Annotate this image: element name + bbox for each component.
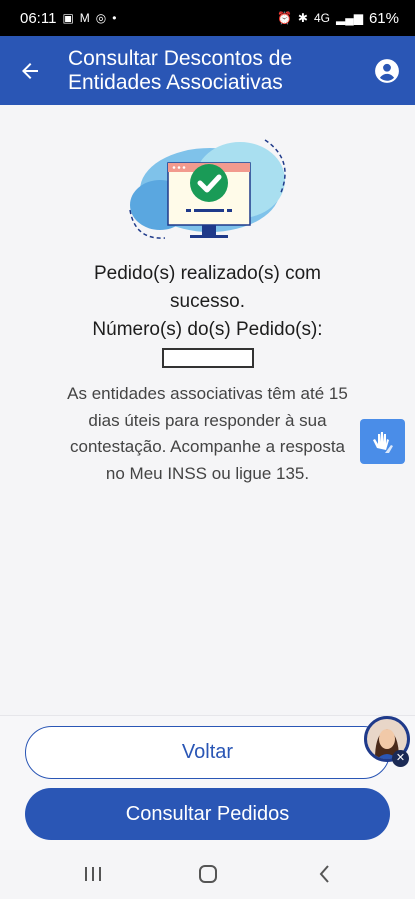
network-icon: 4G [313,11,330,25]
system-back-button[interactable] [310,862,340,886]
account-circle-icon [375,58,399,83]
success-message: Pedido(s) realizado(s) com sucesso. Núme… [40,260,375,344]
success-line-2: sucesso. [170,291,245,312]
home-icon [199,865,217,883]
app-bar: Consultar Descontos de Entidades Associa… [0,36,415,105]
chrome-icon: ◎ [95,11,107,25]
signal-icon: ▂▄▆ [336,11,363,25]
close-icon[interactable]: ✕ [392,750,409,767]
status-bar-left: 06:11 ▣ M ◎ • [20,10,116,27]
bluetooth-icon: ✱ [297,11,308,25]
status-bar-right: ⏰ ✱ 4G ▂▄▆ 61% [277,10,399,27]
recent-apps-button[interactable] [78,862,108,886]
dot-icon: • [112,11,117,25]
content-area: Pedido(s) realizado(s) com sucesso. Núme… [0,105,415,715]
battery-level: 61% [368,9,399,27]
voltar-button[interactable]: Voltar [25,726,390,779]
gallery-icon: ▣ [62,11,74,25]
gmail-icon: M [79,11,90,25]
system-navigation-bar [0,850,415,899]
page-title: Consultar Descontos de Entidades Associa… [68,46,293,94]
order-number-label: Número(s) do(s) Pedido(s): [92,319,323,340]
libras-accessibility-button[interactable] [360,419,405,464]
sign-language-icon [372,431,393,453]
bottom-actions: Voltar Consultar Pedidos [0,715,415,850]
success-line-1: Pedido(s) realizado(s) com [93,263,322,284]
alarm-icon: ⏰ [276,11,292,25]
info-message: As entidades associativas têm até 15 dia… [67,384,348,483]
arrow-left-icon [22,62,38,79]
order-number-value [162,348,254,368]
consultar-pedidos-button[interactable]: Consultar Pedidos [25,788,390,840]
recent-apps-icon [85,867,101,881]
back-button[interactable] [0,36,60,105]
status-bar: 06:11 ▣ M ◎ • ⏰ ✱ 4G ▂▄▆ 61% [0,0,415,36]
profile-button[interactable] [359,36,415,105]
chevron-left-icon [319,865,329,883]
success-illustration [129,139,286,239]
home-button[interactable] [193,862,223,886]
status-time: 06:11 [20,9,57,27]
